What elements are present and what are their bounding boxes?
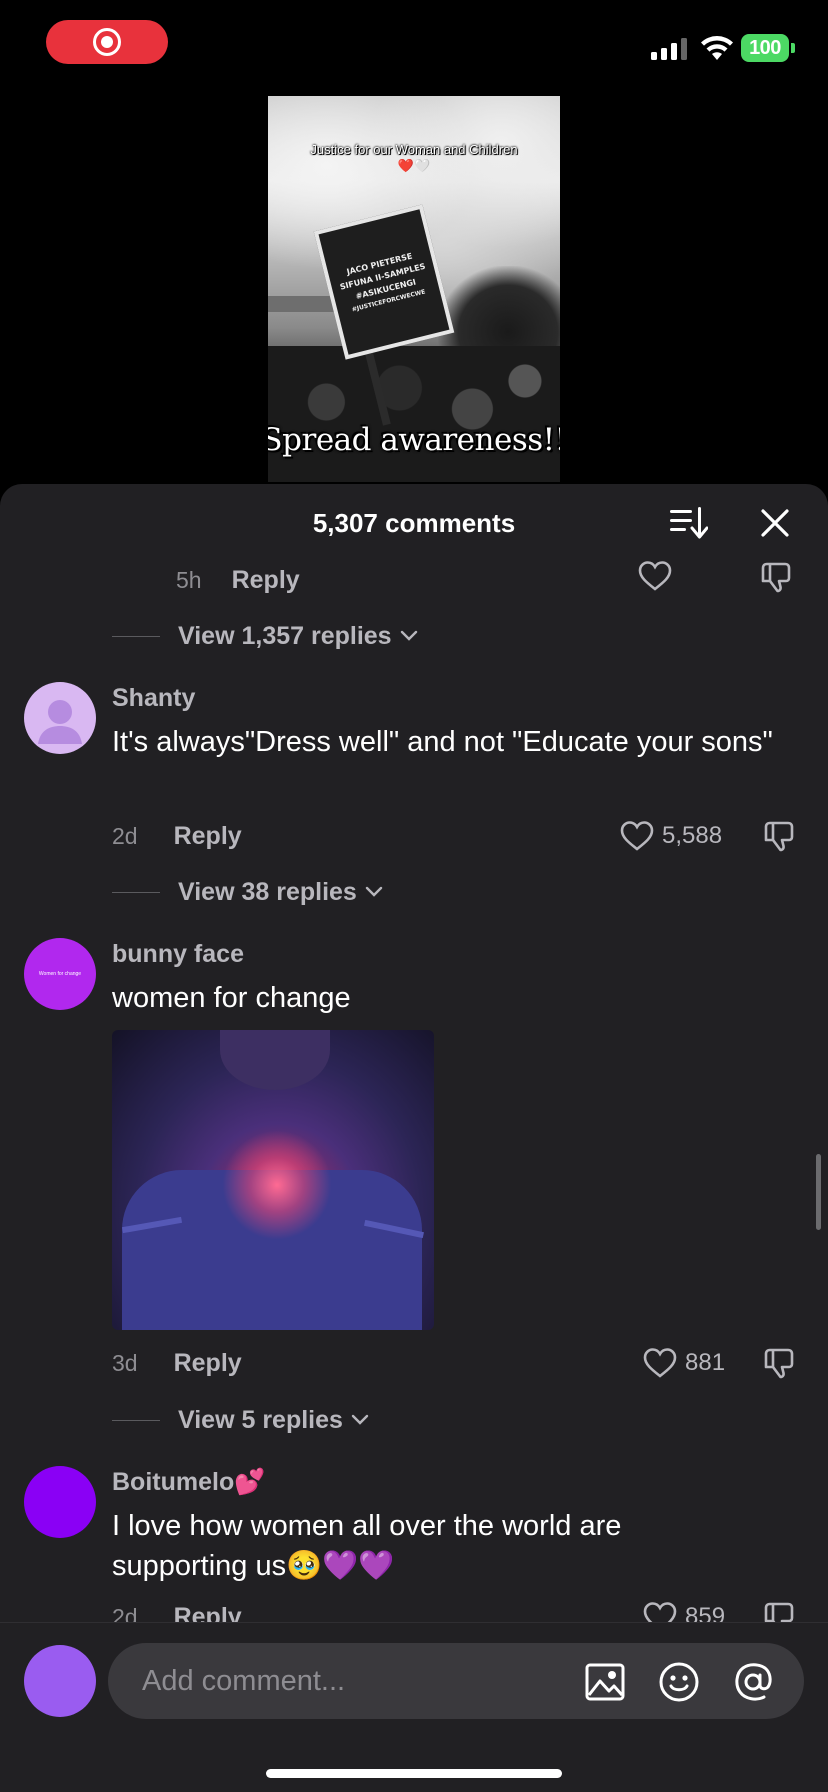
comment-meta: 5h Reply (176, 560, 300, 600)
dislike-icon[interactable] (762, 819, 796, 853)
comment-meta: 2d Reply (112, 816, 242, 856)
comment-input-bar (0, 1622, 828, 1792)
comment-age: 5h (176, 566, 202, 593)
avatar-text: Women for change (38, 971, 82, 977)
image-icon[interactable] (584, 1661, 626, 1703)
heart-icon[interactable] (638, 560, 672, 592)
emoji-icon[interactable] (658, 1661, 700, 1703)
battery-icon: 100 (741, 34, 795, 62)
avatar[interactable] (24, 682, 96, 754)
status-bar: 100 (0, 0, 828, 96)
video-preview[interactable]: JACO PIETERSE SIFUNA II-SAMPLES #ASIKUCE… (268, 96, 560, 482)
comment-text: I love how women all over the world are … (112, 1510, 622, 1582)
avatar[interactable] (24, 1466, 96, 1538)
view-replies-label: View 1,357 replies (178, 621, 392, 650)
dislike-icon[interactable] (759, 560, 793, 594)
close-icon[interactable] (758, 506, 792, 540)
view-replies-button[interactable]: View 38 replies (112, 872, 383, 912)
comment-box[interactable] (108, 1643, 804, 1719)
reply-button[interactable]: Reply (174, 822, 242, 851)
wifi-icon (701, 36, 733, 60)
heart-icon (620, 821, 654, 851)
reply-button[interactable]: Reply (174, 1349, 242, 1378)
mention-icon[interactable] (732, 1661, 774, 1703)
comment-username[interactable]: Shanty (112, 684, 195, 713)
video-caption-emoji: ❤️🤍 (397, 158, 431, 173)
signal-icon (651, 38, 687, 60)
sort-icon[interactable] (668, 504, 708, 540)
view-replies-button[interactable]: View 5 replies (112, 1400, 369, 1440)
video-caption-top: Justice for our Woman and Children (310, 142, 518, 157)
chevron-down-icon (400, 630, 417, 641)
comment-text: women for change (112, 982, 351, 1014)
like-button[interactable]: 881 (643, 1343, 725, 1383)
like-count: 881 (685, 1349, 726, 1376)
comments-list[interactable]: 5h Reply View 1,357 replies Shanty It's … (0, 560, 828, 1638)
screen-record-indicator[interactable] (46, 20, 168, 64)
scrollbar[interactable] (816, 1154, 821, 1230)
comment-age: 3d (112, 1349, 138, 1376)
comments-sheet: 5,307 comments 5h Reply View 1,357 repli… (0, 484, 828, 1792)
default-avatar-icon (38, 700, 82, 744)
comment-age: 2d (112, 822, 138, 849)
my-avatar[interactable] (24, 1645, 96, 1717)
comment-meta: 3d Reply (112, 1343, 242, 1383)
screen-record-icon (93, 28, 121, 56)
chevron-down-icon (365, 886, 383, 897)
comment-username[interactable]: bunny face (112, 940, 244, 969)
view-replies-label: View 38 replies (178, 877, 357, 906)
comment-input[interactable] (142, 1643, 562, 1719)
comments-header: 5,307 comments (0, 484, 828, 560)
view-replies-label: View 5 replies (178, 1405, 343, 1434)
reply-button[interactable]: Reply (232, 566, 300, 595)
comment-text: It's always"Dress well" and not "Educate… (112, 726, 773, 758)
dislike-icon[interactable] (762, 1346, 796, 1380)
comment-username[interactable]: Boitumelo💕 (112, 1468, 265, 1497)
comment-sticker-image[interactable] (112, 1030, 434, 1330)
like-count: 5,588 (662, 822, 723, 849)
view-replies-button[interactable]: View 1,357 replies (112, 616, 418, 656)
heart-icon (643, 1348, 677, 1378)
like-button[interactable]: 5,588 (620, 816, 722, 856)
video-caption-bottom: Spread awareness!! (268, 422, 560, 458)
avatar[interactable]: Women for change (24, 938, 96, 1010)
chevron-down-icon (351, 1414, 369, 1425)
home-indicator[interactable] (266, 1769, 562, 1778)
battery-level: 100 (741, 34, 789, 62)
